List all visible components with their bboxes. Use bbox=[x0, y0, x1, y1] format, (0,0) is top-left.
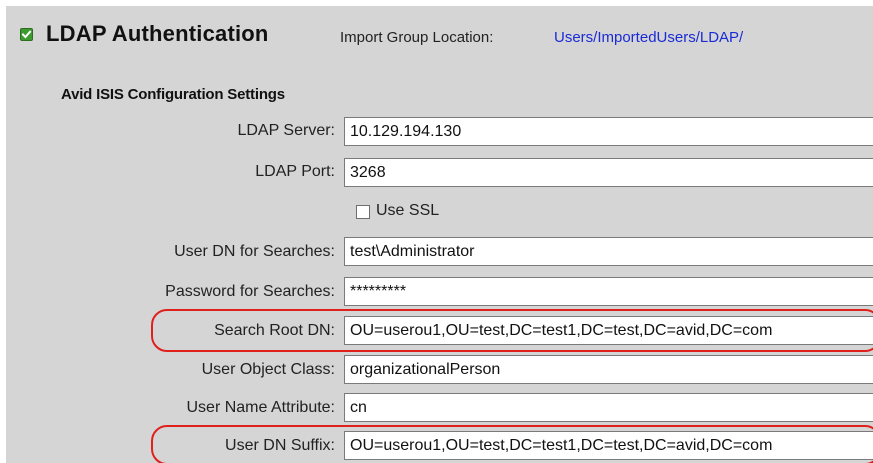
page-title: LDAP Authentication bbox=[46, 21, 269, 46]
user-object-class-label: User Object Class: bbox=[201, 361, 335, 378]
password-input[interactable]: ********* bbox=[344, 277, 873, 306]
ldap-port-input[interactable]: 3268 bbox=[344, 158, 873, 187]
ldap-server-input[interactable]: 10.129.194.130 bbox=[344, 117, 873, 146]
user-name-attribute-label: User Name Attribute: bbox=[186, 399, 336, 416]
password-label: Password for Searches: bbox=[165, 283, 335, 300]
checkbox-checked-icon[interactable] bbox=[20, 28, 33, 41]
user-dn-input[interactable]: test\Administrator bbox=[344, 237, 873, 266]
user-name-attribute-input[interactable]: cn bbox=[344, 393, 873, 422]
user-dn-suffix-highlight bbox=[151, 425, 873, 463]
ldap-server-label: LDAP Server: bbox=[237, 122, 335, 139]
section-title: Avid ISIS Configuration Settings bbox=[61, 86, 285, 103]
ldap-settings-panel: LDAP Authentication Import Group Locatio… bbox=[6, 6, 873, 463]
ldap-port-label: LDAP Port: bbox=[255, 163, 335, 180]
checkmark-icon bbox=[21, 30, 32, 39]
user-object-class-input[interactable]: organizationalPerson bbox=[344, 355, 873, 384]
use-ssl-label[interactable]: Use SSL bbox=[376, 202, 439, 220]
import-group-location-link[interactable]: Users/ImportedUsers/LDAP/ bbox=[554, 29, 743, 46]
search-root-dn-highlight bbox=[151, 309, 873, 352]
import-group-location-label: Import Group Location: bbox=[340, 29, 494, 46]
use-ssl-checkbox[interactable] bbox=[356, 205, 370, 219]
user-dn-label: User DN for Searches: bbox=[174, 243, 335, 260]
